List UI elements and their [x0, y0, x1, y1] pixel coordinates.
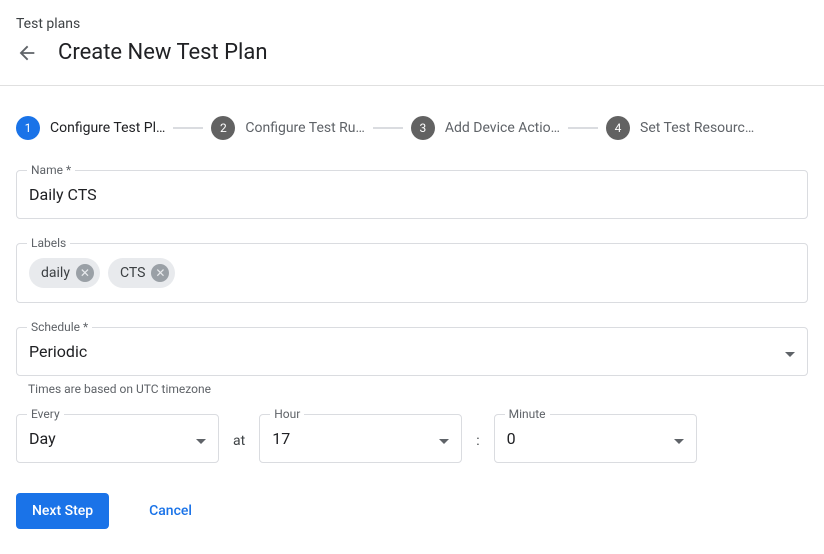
hour-select[interactable]: Hour 17: [259, 414, 462, 463]
schedule-label: Schedule *: [27, 320, 92, 334]
hour-label: Hour: [270, 407, 304, 421]
step-connector: [568, 127, 598, 129]
schedule-select[interactable]: Schedule * Periodic: [16, 327, 808, 376]
step-circle: 3: [411, 116, 435, 140]
step-circle: 1: [16, 116, 40, 140]
stepper: 1 Configure Test Pl… 2 Configure Test Ru…: [16, 116, 808, 140]
chevron-down-icon: [674, 429, 684, 448]
step-3[interactable]: 3 Add Device Actio…: [411, 116, 560, 140]
step-label: Add Device Actio…: [445, 120, 560, 136]
chip-remove-icon[interactable]: ✕: [76, 264, 94, 282]
button-row: Next Step Cancel: [16, 493, 808, 529]
breadcrumb: Test plans: [0, 0, 824, 40]
schedule-value: Periodic: [29, 342, 87, 361]
divider: [0, 85, 824, 86]
name-input[interactable]: [29, 185, 795, 204]
step-4[interactable]: 4 Set Test Resourc…: [606, 116, 754, 140]
minute-field: Minute 0: [494, 414, 697, 463]
every-select[interactable]: Every Day: [16, 414, 219, 463]
chevron-down-icon: [196, 429, 206, 448]
step-label: Set Test Resourc…: [640, 120, 754, 136]
schedule-field: Schedule * Periodic: [16, 327, 808, 376]
chip-daily: daily ✕: [29, 258, 100, 288]
chip-text: daily: [41, 265, 70, 281]
step-label: Configure Test Ru…: [245, 120, 365, 136]
chevron-down-icon: [439, 429, 449, 448]
step-connector: [373, 127, 403, 129]
at-separator: at: [233, 433, 245, 463]
chip-cts: CTS ✕: [108, 258, 175, 288]
header-row: Create New Test Plan: [0, 40, 824, 85]
cancel-button[interactable]: Cancel: [149, 503, 192, 519]
periodicity-row: Every Day at Hour 17 : Minute 0: [16, 414, 808, 463]
labels-label: Labels: [27, 236, 70, 250]
step-2[interactable]: 2 Configure Test Ru…: [211, 116, 365, 140]
colon-separator: :: [476, 433, 479, 463]
minute-value: 0: [507, 429, 516, 448]
next-step-button[interactable]: Next Step: [16, 493, 109, 529]
hour-value: 17: [272, 429, 290, 448]
back-arrow-icon[interactable]: [16, 42, 38, 64]
step-1[interactable]: 1 Configure Test Pl…: [16, 116, 165, 140]
step-connector: [173, 127, 203, 129]
step-label: Configure Test Pl…: [50, 120, 165, 136]
schedule-hint: Times are based on UTC timezone: [16, 382, 808, 396]
chip-remove-icon[interactable]: ✕: [151, 264, 169, 282]
chevron-down-icon: [785, 342, 795, 361]
labels-field: Labels daily ✕ CTS ✕: [16, 243, 808, 303]
name-field: Name *: [16, 170, 808, 219]
step-circle: 4: [606, 116, 630, 140]
labels-chips[interactable]: daily ✕ CTS ✕: [29, 258, 795, 288]
every-field: Every Day: [16, 414, 219, 463]
hour-field: Hour 17: [259, 414, 462, 463]
every-value: Day: [29, 429, 56, 448]
minute-select[interactable]: Minute 0: [494, 414, 697, 463]
page-title: Create New Test Plan: [58, 40, 268, 65]
chip-text: CTS: [120, 265, 145, 281]
minute-label: Minute: [505, 407, 550, 421]
every-label: Every: [27, 407, 64, 421]
step-circle: 2: [211, 116, 235, 140]
name-label: Name *: [27, 163, 75, 177]
